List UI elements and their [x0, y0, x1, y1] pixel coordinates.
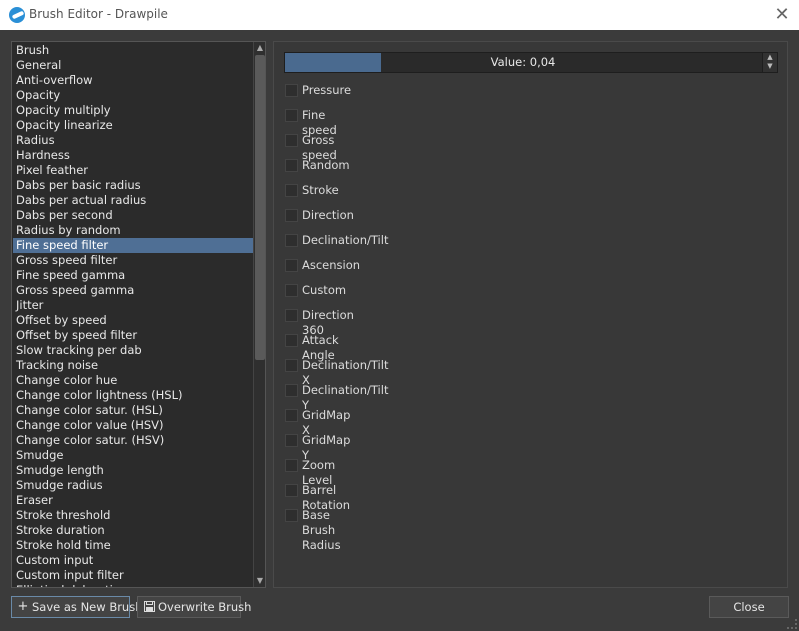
settings-list-scrollbar[interactable]: ▲ ▼	[253, 42, 265, 587]
settings-list-item[interactable]: Pixel feather	[13, 163, 253, 178]
title-bar: Brush Editor - Drawpile ✕	[0, 0, 799, 30]
settings-list-item[interactable]: Stroke hold time	[13, 538, 253, 553]
settings-list-item[interactable]: Opacity linearize	[13, 118, 253, 133]
checkbox[interactable]	[285, 209, 298, 222]
close-button[interactable]: Close	[709, 596, 789, 618]
settings-list-item[interactable]: Gross speed gamma	[13, 283, 253, 298]
scrollbar-thumb[interactable]	[255, 55, 265, 360]
settings-list-item[interactable]: Dabs per second	[13, 208, 253, 223]
window-title: Brush Editor - Drawpile	[29, 7, 168, 21]
drawpile-logo-icon	[9, 7, 25, 23]
settings-list-item[interactable]: Anti-overflow	[13, 73, 253, 88]
checkbox[interactable]	[285, 359, 298, 372]
settings-list-item[interactable]: Fine speed filter	[13, 238, 253, 253]
settings-list-item[interactable]: Tracking noise	[13, 358, 253, 373]
settings-list-item[interactable]: Stroke threshold	[13, 508, 253, 523]
spin-down-icon[interactable]: ▼	[763, 62, 777, 71]
checkbox[interactable]	[285, 309, 298, 322]
plus-icon: +	[17, 599, 29, 614]
scroll-down-icon[interactable]: ▼	[254, 575, 265, 587]
settings-list-item[interactable]: Smudge radius	[13, 478, 253, 493]
settings-list-item[interactable]: Smudge	[13, 448, 253, 463]
value-slider[interactable]: Value: 0,04 ▲ ▼	[284, 52, 778, 73]
settings-list-item[interactable]: General	[13, 58, 253, 73]
checkbox[interactable]	[285, 409, 298, 422]
checkbox-label: Direction	[302, 208, 354, 222]
settings-detail-panel: Value: 0,04 ▲ ▼ Pressure Fine speed Gross …	[273, 41, 788, 588]
settings-list-item[interactable]: Gross speed filter	[13, 253, 253, 268]
spin-up-icon[interactable]: ▲	[763, 53, 777, 62]
settings-list-item[interactable]: Jitter	[13, 298, 253, 313]
checkbox[interactable]	[285, 509, 298, 522]
checkbox[interactable]	[285, 384, 298, 397]
settings-list-item[interactable]: Offset by speed filter	[13, 328, 253, 343]
settings-list-item[interactable]: Change color hue	[13, 373, 253, 388]
settings-list-item[interactable]: Radius by random	[13, 223, 253, 238]
save-icon	[142, 597, 156, 619]
settings-list-item[interactable]: Change color satur. (HSL)	[13, 403, 253, 418]
checkbox-label: Declination/Tilt	[302, 233, 389, 247]
settings-list-item[interactable]: Custom input	[13, 553, 253, 568]
value-spinner[interactable]: ▲ ▼	[762, 53, 777, 72]
settings-list-item[interactable]: Hardness	[13, 148, 253, 163]
settings-list-item[interactable]: Dabs per basic radius	[13, 178, 253, 193]
checkbox[interactable]	[285, 284, 298, 297]
checkbox[interactable]	[285, 484, 298, 497]
settings-list-item[interactable]: Stroke duration	[13, 523, 253, 538]
settings-list-item[interactable]: Change color lightness (HSL)	[13, 388, 253, 403]
checkbox[interactable]	[285, 434, 298, 447]
settings-list-item[interactable]: Eraser	[13, 493, 253, 508]
settings-list-item[interactable]: Brush	[13, 43, 253, 58]
settings-list-item[interactable]: Smudge length	[13, 463, 253, 478]
checkbox[interactable]	[285, 109, 298, 122]
overwrite-brush-label: Overwrite Brush	[158, 600, 252, 614]
resize-grip-icon[interactable]	[787, 619, 797, 629]
settings-list-item[interactable]: Fine speed gamma	[13, 268, 253, 283]
save-as-new-brush-label: Save as New Brush	[32, 600, 143, 614]
overwrite-brush-button[interactable]: Overwrite Brush	[137, 596, 251, 619]
settings-list-item[interactable]: Radius	[13, 133, 253, 148]
settings-list-item[interactable]: Opacity	[13, 88, 253, 103]
settings-list-item[interactable]: Change color value (HSV)	[13, 418, 253, 433]
checkbox-label: Pressure	[302, 83, 352, 97]
checkbox[interactable]	[285, 234, 298, 247]
settings-list-item[interactable]: Offset by speed	[13, 313, 253, 328]
settings-list[interactable]: Brush General Anti-overflow Opacity Opacity …	[13, 43, 253, 587]
value-slider-label: Value: 0,04	[490, 55, 556, 69]
checkbox[interactable]	[285, 84, 298, 97]
checkbox[interactable]	[285, 459, 298, 472]
checkbox[interactable]	[285, 159, 298, 172]
checkbox-label: Base Brush Radius	[302, 508, 341, 552]
checkbox-label: Random	[302, 158, 350, 172]
checkbox-label: Stroke	[302, 183, 339, 197]
checkbox[interactable]	[285, 184, 298, 197]
settings-list-panel: Brush General Anti-overflow Opacity Opacity …	[11, 41, 266, 588]
scroll-up-icon[interactable]: ▲	[254, 42, 265, 54]
settings-list-item[interactable]: Change color satur. (HSV)	[13, 433, 253, 448]
settings-list-item[interactable]: Opacity multiply	[13, 103, 253, 118]
settings-list-item[interactable]: Slow tracking per dab	[13, 343, 253, 358]
close-icon[interactable]: ✕	[771, 4, 793, 26]
settings-list-item[interactable]: Elliptical dab ratio	[13, 583, 253, 587]
checkbox[interactable]	[285, 134, 298, 147]
checkbox[interactable]	[285, 334, 298, 347]
settings-list-item[interactable]: Custom input filter	[13, 568, 253, 583]
settings-list-item[interactable]: Dabs per actual radius	[13, 193, 253, 208]
checkbox[interactable]	[285, 259, 298, 272]
checkbox-label: Custom	[302, 283, 347, 297]
checkbox-label: Ascension	[302, 258, 361, 272]
save-as-new-brush-button[interactable]: + Save as New Brush	[11, 596, 143, 618]
